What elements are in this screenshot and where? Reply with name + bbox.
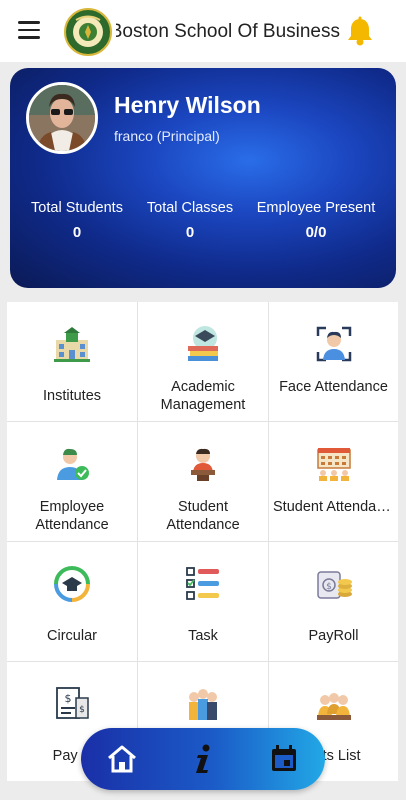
tile-label: Academic Management <box>160 379 246 413</box>
profile-role: franco (Principal) <box>114 128 220 144</box>
stat-employee-present: Employee Present 0/0 <box>236 200 396 241</box>
home-icon[interactable] <box>105 742 139 776</box>
tile-label: Circular <box>47 628 97 644</box>
bell-icon[interactable] <box>346 16 374 46</box>
tile-student-attendance[interactable]: Student Attendance <box>138 422 268 541</box>
stat-label: Total Classes <box>146 200 234 216</box>
module-grid: Institutes Academic Management Face Atte… <box>7 302 398 781</box>
payroll-coins-icon: $ <box>314 564 354 604</box>
tile-task[interactable]: Task <box>138 542 268 661</box>
menu-icon-line <box>18 36 40 39</box>
tile-label: Employee Attendance <box>35 499 109 533</box>
tile-label-line: Student Attendance... <box>273 499 394 515</box>
svg-text:$: $ <box>79 705 85 715</box>
stat-value: 0 <box>72 224 82 241</box>
tile-label: PayRoll <box>308 628 359 644</box>
profile-name: Henry Wilson <box>114 92 261 118</box>
tile-label: Face Attendance <box>279 379 388 395</box>
top-app-bar: Boston School Of Business <box>0 0 406 62</box>
stat-value: 0 <box>185 224 195 241</box>
tile-academic-management[interactable]: Academic Management <box>138 302 268 421</box>
circular-graduation-icon <box>52 564 92 604</box>
tile-label: Student Attendance... <box>273 498 394 516</box>
face-scan-icon <box>314 324 354 364</box>
stat-total-students: Total Students 0 <box>10 200 144 241</box>
school-building-icon <box>52 324 92 364</box>
menu-icon-line <box>18 21 40 24</box>
staff-group-icon <box>183 684 223 724</box>
tile-institutes[interactable]: Institutes <box>7 302 137 421</box>
menu-button[interactable] <box>18 21 40 39</box>
bottom-nav-bar <box>81 728 325 790</box>
tile-payroll[interactable]: $ PayRoll <box>269 542 398 661</box>
students-list-icon <box>314 684 354 724</box>
task-list-icon <box>183 564 223 604</box>
avatar[interactable] <box>26 82 98 154</box>
info-icon[interactable] <box>186 742 220 776</box>
student-desk-icon <box>183 444 223 484</box>
tile-label: Institutes <box>42 388 102 404</box>
profile-card: Henry Wilson franco (Principal) Total St… <box>10 68 396 288</box>
menu-icon-line <box>18 28 40 31</box>
tile-label: Student Attendance <box>166 499 240 533</box>
tile-employee-attendance[interactable]: Employee Attendance <box>7 422 137 541</box>
tile-student-attendance-report[interactable]: Student Attendance... <box>269 422 398 541</box>
svg-text:$: $ <box>326 582 332 592</box>
app-title: Boston School Of Business <box>116 18 340 46</box>
tile-face-attendance[interactable]: Face Attendance <box>269 302 398 421</box>
app-title-text: Boston School Of Business <box>116 21 340 42</box>
svg-text:$: $ <box>65 692 72 705</box>
tile-circular[interactable]: Circular <box>7 542 137 661</box>
pay-slip-icon: $ $ <box>52 684 92 724</box>
stats-row: Total Students 0 Total Classes 0 Employe… <box>10 200 396 241</box>
employee-check-icon <box>52 444 92 484</box>
books-graduation-icon <box>183 324 223 364</box>
stat-label: Total Students <box>31 200 123 216</box>
stat-label: Employee Present <box>256 200 376 216</box>
tile-label: Task <box>188 628 218 644</box>
stat-total-classes: Total Classes 0 <box>144 200 236 241</box>
stat-value: 0/0 <box>305 224 327 241</box>
calendar-icon[interactable] <box>267 742 301 776</box>
school-crest-logo <box>64 8 112 56</box>
calendar-students-icon <box>314 444 354 484</box>
